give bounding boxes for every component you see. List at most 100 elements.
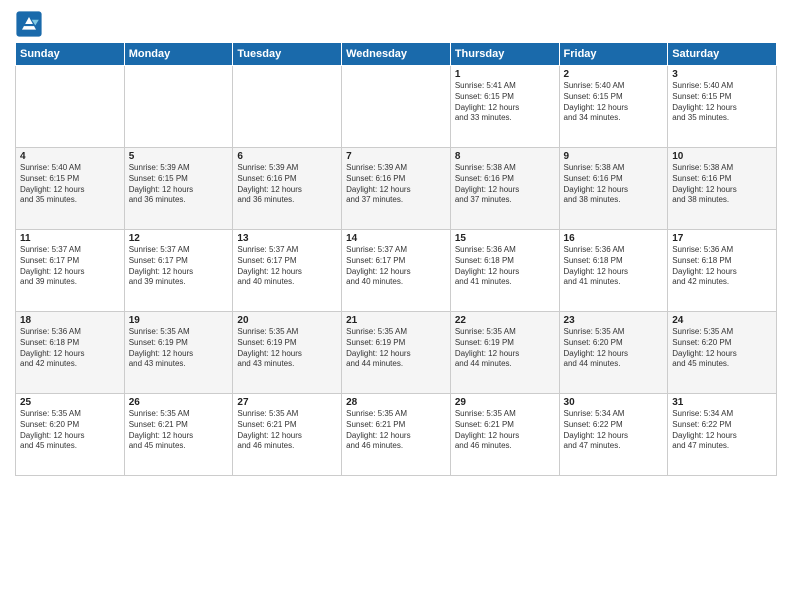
day-info: Sunrise: 5:38 AM Sunset: 6:16 PM Dayligh… (672, 163, 772, 206)
day-number: 2 (564, 69, 664, 80)
calendar-cell: 24Sunrise: 5:35 AM Sunset: 6:20 PM Dayli… (668, 312, 777, 394)
day-info: Sunrise: 5:34 AM Sunset: 6:22 PM Dayligh… (672, 409, 772, 452)
day-number: 17 (672, 233, 772, 244)
day-info: Sunrise: 5:35 AM Sunset: 6:19 PM Dayligh… (346, 327, 446, 370)
day-number: 3 (672, 69, 772, 80)
day-info: Sunrise: 5:37 AM Sunset: 6:17 PM Dayligh… (20, 245, 120, 288)
day-info: Sunrise: 5:37 AM Sunset: 6:17 PM Dayligh… (346, 245, 446, 288)
calendar-cell: 5Sunrise: 5:39 AM Sunset: 6:15 PM Daylig… (124, 148, 233, 230)
day-number: 4 (20, 151, 120, 162)
calendar-cell: 16Sunrise: 5:36 AM Sunset: 6:18 PM Dayli… (559, 230, 668, 312)
calendar-cell: 2Sunrise: 5:40 AM Sunset: 6:15 PM Daylig… (559, 66, 668, 148)
page: SundayMondayTuesdayWednesdayThursdayFrid… (0, 0, 792, 612)
calendar-table: SundayMondayTuesdayWednesdayThursdayFrid… (15, 42, 777, 476)
day-number: 23 (564, 315, 664, 326)
calendar-cell: 13Sunrise: 5:37 AM Sunset: 6:17 PM Dayli… (233, 230, 342, 312)
day-info: Sunrise: 5:36 AM Sunset: 6:18 PM Dayligh… (455, 245, 555, 288)
calendar-week-3: 11Sunrise: 5:37 AM Sunset: 6:17 PM Dayli… (16, 230, 777, 312)
calendar-cell: 4Sunrise: 5:40 AM Sunset: 6:15 PM Daylig… (16, 148, 125, 230)
day-number: 25 (20, 397, 120, 408)
day-number: 7 (346, 151, 446, 162)
day-info: Sunrise: 5:39 AM Sunset: 6:15 PM Dayligh… (129, 163, 229, 206)
day-number: 6 (237, 151, 337, 162)
calendar-week-2: 4Sunrise: 5:40 AM Sunset: 6:15 PM Daylig… (16, 148, 777, 230)
calendar-week-5: 25Sunrise: 5:35 AM Sunset: 6:20 PM Dayli… (16, 394, 777, 476)
day-number: 10 (672, 151, 772, 162)
day-number: 24 (672, 315, 772, 326)
day-number: 9 (564, 151, 664, 162)
calendar-cell: 25Sunrise: 5:35 AM Sunset: 6:20 PM Dayli… (16, 394, 125, 476)
day-number: 21 (346, 315, 446, 326)
logo (15, 10, 45, 38)
calendar-cell: 6Sunrise: 5:39 AM Sunset: 6:16 PM Daylig… (233, 148, 342, 230)
calendar-cell: 22Sunrise: 5:35 AM Sunset: 6:19 PM Dayli… (450, 312, 559, 394)
day-number: 11 (20, 233, 120, 244)
calendar-cell: 23Sunrise: 5:35 AM Sunset: 6:20 PM Dayli… (559, 312, 668, 394)
calendar-cell: 7Sunrise: 5:39 AM Sunset: 6:16 PM Daylig… (342, 148, 451, 230)
calendar-cell: 3Sunrise: 5:40 AM Sunset: 6:15 PM Daylig… (668, 66, 777, 148)
day-info: Sunrise: 5:37 AM Sunset: 6:17 PM Dayligh… (129, 245, 229, 288)
day-info: Sunrise: 5:35 AM Sunset: 6:21 PM Dayligh… (455, 409, 555, 452)
calendar-cell: 10Sunrise: 5:38 AM Sunset: 6:16 PM Dayli… (668, 148, 777, 230)
day-info: Sunrise: 5:38 AM Sunset: 6:16 PM Dayligh… (455, 163, 555, 206)
day-number: 5 (129, 151, 229, 162)
day-info: Sunrise: 5:35 AM Sunset: 6:20 PM Dayligh… (672, 327, 772, 370)
day-number: 18 (20, 315, 120, 326)
day-number: 8 (455, 151, 555, 162)
day-info: Sunrise: 5:40 AM Sunset: 6:15 PM Dayligh… (672, 81, 772, 124)
calendar-cell: 8Sunrise: 5:38 AM Sunset: 6:16 PM Daylig… (450, 148, 559, 230)
weekday-header-saturday: Saturday (668, 43, 777, 66)
calendar-cell: 20Sunrise: 5:35 AM Sunset: 6:19 PM Dayli… (233, 312, 342, 394)
day-info: Sunrise: 5:35 AM Sunset: 6:20 PM Dayligh… (564, 327, 664, 370)
day-info: Sunrise: 5:35 AM Sunset: 6:19 PM Dayligh… (237, 327, 337, 370)
day-info: Sunrise: 5:35 AM Sunset: 6:20 PM Dayligh… (20, 409, 120, 452)
calendar-cell: 12Sunrise: 5:37 AM Sunset: 6:17 PM Dayli… (124, 230, 233, 312)
day-number: 12 (129, 233, 229, 244)
weekday-header-tuesday: Tuesday (233, 43, 342, 66)
calendar-cell: 17Sunrise: 5:36 AM Sunset: 6:18 PM Dayli… (668, 230, 777, 312)
day-info: Sunrise: 5:36 AM Sunset: 6:18 PM Dayligh… (564, 245, 664, 288)
day-info: Sunrise: 5:34 AM Sunset: 6:22 PM Dayligh… (564, 409, 664, 452)
calendar-cell: 27Sunrise: 5:35 AM Sunset: 6:21 PM Dayli… (233, 394, 342, 476)
day-number: 30 (564, 397, 664, 408)
day-info: Sunrise: 5:40 AM Sunset: 6:15 PM Dayligh… (564, 81, 664, 124)
day-number: 31 (672, 397, 772, 408)
day-number: 13 (237, 233, 337, 244)
day-info: Sunrise: 5:39 AM Sunset: 6:16 PM Dayligh… (346, 163, 446, 206)
weekday-header-thursday: Thursday (450, 43, 559, 66)
calendar-cell (16, 66, 125, 148)
calendar-cell: 30Sunrise: 5:34 AM Sunset: 6:22 PM Dayli… (559, 394, 668, 476)
calendar-cell (342, 66, 451, 148)
calendar-cell: 15Sunrise: 5:36 AM Sunset: 6:18 PM Dayli… (450, 230, 559, 312)
weekday-header-monday: Monday (124, 43, 233, 66)
day-info: Sunrise: 5:35 AM Sunset: 6:19 PM Dayligh… (455, 327, 555, 370)
day-info: Sunrise: 5:35 AM Sunset: 6:21 PM Dayligh… (237, 409, 337, 452)
day-number: 15 (455, 233, 555, 244)
calendar-cell (233, 66, 342, 148)
calendar-week-4: 18Sunrise: 5:36 AM Sunset: 6:18 PM Dayli… (16, 312, 777, 394)
day-info: Sunrise: 5:36 AM Sunset: 6:18 PM Dayligh… (20, 327, 120, 370)
weekday-header-row: SundayMondayTuesdayWednesdayThursdayFrid… (16, 43, 777, 66)
day-number: 14 (346, 233, 446, 244)
calendar-cell: 11Sunrise: 5:37 AM Sunset: 6:17 PM Dayli… (16, 230, 125, 312)
day-info: Sunrise: 5:37 AM Sunset: 6:17 PM Dayligh… (237, 245, 337, 288)
calendar-cell (124, 66, 233, 148)
calendar-cell: 28Sunrise: 5:35 AM Sunset: 6:21 PM Dayli… (342, 394, 451, 476)
day-number: 28 (346, 397, 446, 408)
day-number: 26 (129, 397, 229, 408)
logo-icon (15, 10, 43, 38)
day-info: Sunrise: 5:40 AM Sunset: 6:15 PM Dayligh… (20, 163, 120, 206)
calendar-cell: 26Sunrise: 5:35 AM Sunset: 6:21 PM Dayli… (124, 394, 233, 476)
day-number: 29 (455, 397, 555, 408)
day-number: 1 (455, 69, 555, 80)
calendar-cell: 29Sunrise: 5:35 AM Sunset: 6:21 PM Dayli… (450, 394, 559, 476)
day-number: 16 (564, 233, 664, 244)
calendar-cell: 9Sunrise: 5:38 AM Sunset: 6:16 PM Daylig… (559, 148, 668, 230)
day-info: Sunrise: 5:38 AM Sunset: 6:16 PM Dayligh… (564, 163, 664, 206)
day-info: Sunrise: 5:36 AM Sunset: 6:18 PM Dayligh… (672, 245, 772, 288)
day-info: Sunrise: 5:35 AM Sunset: 6:21 PM Dayligh… (346, 409, 446, 452)
day-number: 27 (237, 397, 337, 408)
calendar-cell: 1Sunrise: 5:41 AM Sunset: 6:15 PM Daylig… (450, 66, 559, 148)
day-info: Sunrise: 5:35 AM Sunset: 6:19 PM Dayligh… (129, 327, 229, 370)
weekday-header-sunday: Sunday (16, 43, 125, 66)
